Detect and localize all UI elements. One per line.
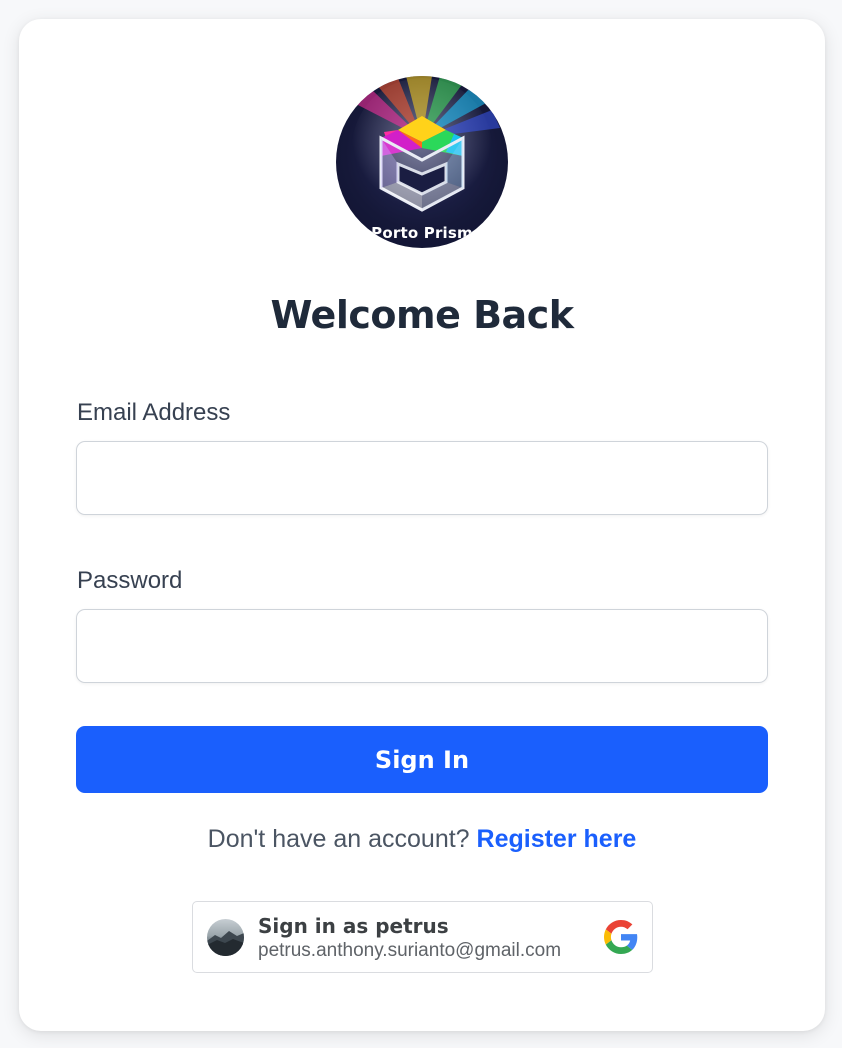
register-prompt-text: Don't have an account? bbox=[207, 825, 470, 853]
avatar bbox=[207, 919, 244, 956]
email-label: Email Address bbox=[77, 399, 231, 426]
page-title: Welcome Back bbox=[270, 293, 575, 337]
email-input[interactable] bbox=[76, 441, 768, 515]
register-prompt-row: Don't have an account? Register here bbox=[19, 825, 825, 854]
google-logo-icon bbox=[604, 920, 638, 954]
register-link[interactable]: Register here bbox=[477, 825, 637, 853]
password-label: Password bbox=[77, 567, 183, 594]
google-account-email: petrus.anthony.surianto@gmail.com bbox=[258, 940, 562, 961]
logo-text: Porto Prism bbox=[371, 224, 473, 242]
sign-in-button[interactable]: Sign In bbox=[76, 726, 768, 793]
password-input[interactable] bbox=[76, 609, 768, 683]
porto-prism-logo: Porto Prism bbox=[336, 76, 508, 248]
google-account-name: Sign in as petrus bbox=[258, 914, 449, 938]
google-one-tap-button[interactable]: Sign in as petrus petrus.anthony.suriant… bbox=[192, 901, 653, 973]
prism-logo-icon bbox=[352, 76, 500, 218]
login-card: Porto Prism Welcome Back Email Address P… bbox=[19, 19, 825, 1031]
avatar-landscape-icon bbox=[207, 931, 244, 956]
